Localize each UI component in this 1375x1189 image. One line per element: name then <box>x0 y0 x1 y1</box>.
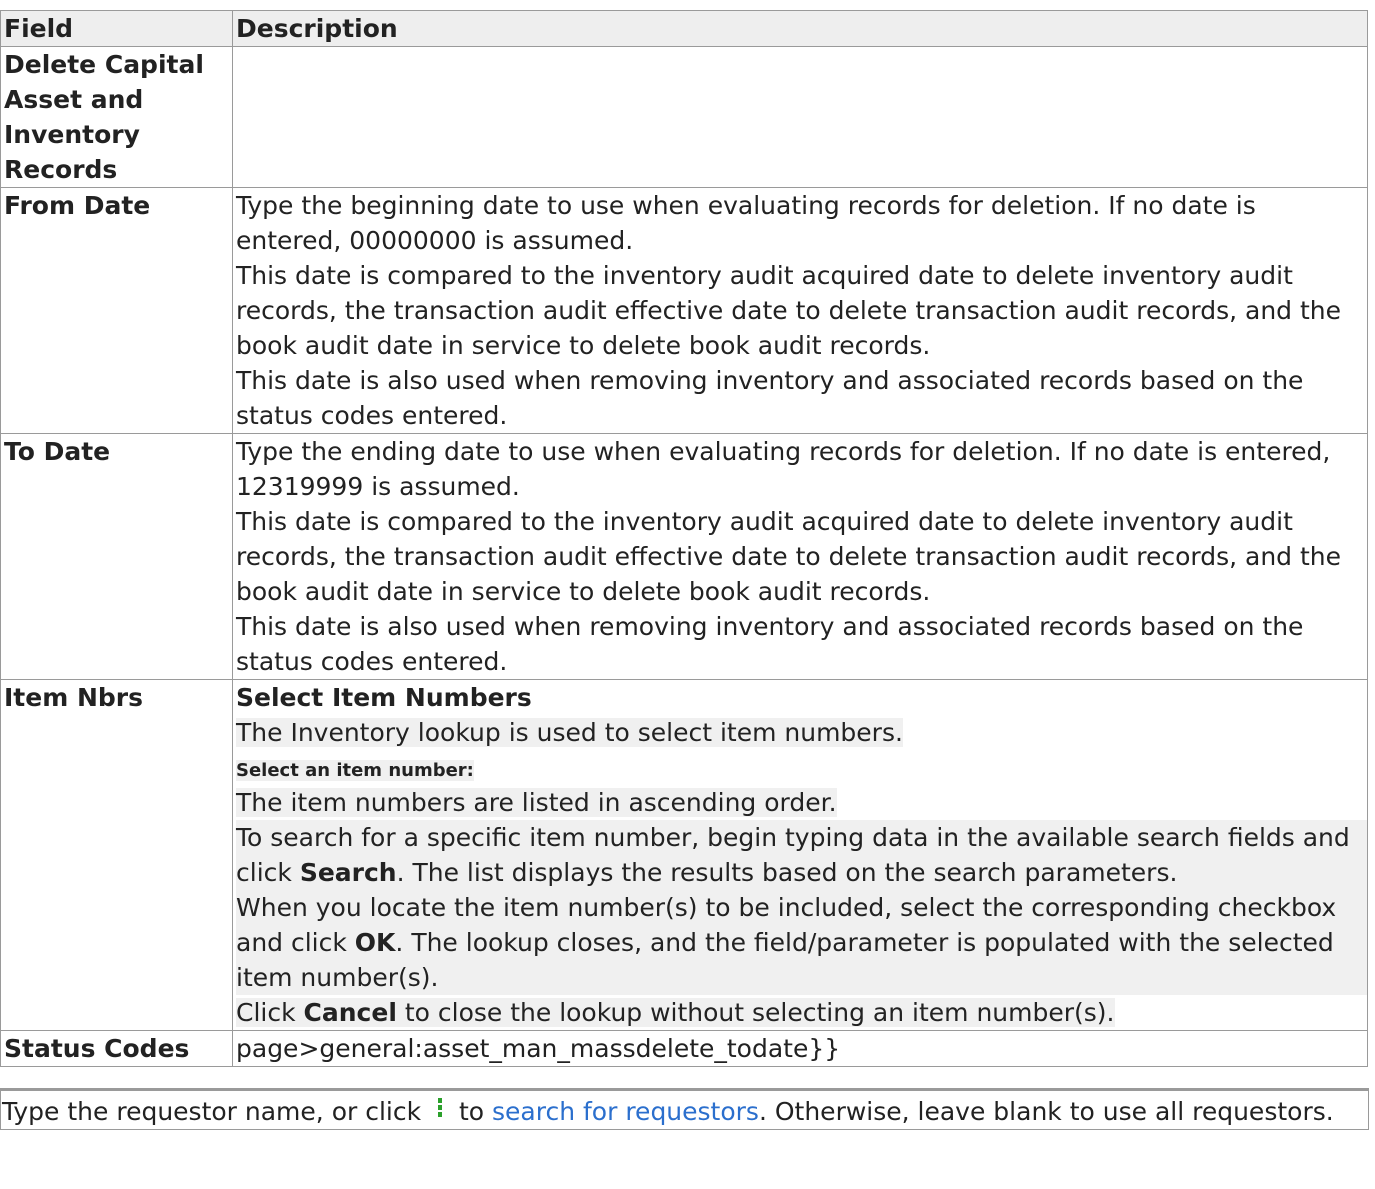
to-date-label: To Date <box>0 433 233 680</box>
item-nbrs-p1: The item numbers are listed in ascending… <box>236 788 837 817</box>
item-nbrs-p4: Click Cancel to close the lookup without… <box>236 998 1115 1027</box>
item-nbrs-p2: To search for a specific item number, be… <box>236 820 1367 890</box>
item-nbrs-p4-tail: to close the lookup without selecting an… <box>396 998 1115 1027</box>
item-nbrs-p4-text: Click <box>236 998 304 1027</box>
to-date-description: Type the ending date to use when evaluat… <box>232 433 1368 680</box>
item-nbrs-label: Item Nbrs <box>0 679 233 1031</box>
requestor-note-tail: . Otherwise, leave blank to use all requ… <box>758 1097 1334 1126</box>
table-header-row: Field Description <box>0 10 1368 47</box>
to-date-line-3: This date is also used when removing inv… <box>236 612 1304 676</box>
vertical-dots-icon[interactable] <box>429 1094 451 1120</box>
from-date-description: Type the beginning date to use when eval… <box>232 187 1368 434</box>
to-date-line-2: This date is compared to the inventory a… <box>236 507 1342 606</box>
to-date-line-1: Type the ending date to use when evaluat… <box>236 437 1331 501</box>
table-row: To Date Type the ending date to use when… <box>0 433 1368 680</box>
item-nbrs-heading: Select Item Numbers <box>236 683 532 712</box>
empty-description-cell <box>232 46 1368 188</box>
requestor-note-to: to <box>451 1097 493 1126</box>
item-nbrs-p3-tail: . The lookup closes, and the field/param… <box>236 928 1334 992</box>
item-nbrs-description: Select Item Numbers The Inventory lookup… <box>232 679 1368 1031</box>
search-requestors-link[interactable]: search for requestors <box>492 1097 759 1126</box>
item-nbrs-p2-tail: . The list displays the results based on… <box>396 858 1178 887</box>
item-nbrs-p3: When you locate the item number(s) to be… <box>236 890 1367 995</box>
section-title: Delete Capital Asset and Inventory Recor… <box>0 46 233 188</box>
table-row: Item Nbrs Select Item Numbers The Invent… <box>0 679 1368 1031</box>
cancel-term: Cancel <box>303 998 397 1027</box>
table-row: Delete Capital Asset and Inventory Recor… <box>0 46 1368 188</box>
requestor-note: Type the requestor name, or click to sea… <box>0 1088 1369 1130</box>
description-column-header: Description <box>232 10 1368 47</box>
field-description-table: Field Description Delete Capital Asset a… <box>0 10 1368 1067</box>
item-nbrs-intro: The Inventory lookup is used to select i… <box>236 718 903 747</box>
status-codes-label: Status Codes <box>0 1030 233 1067</box>
requestor-note-text: Type the requestor name, or click <box>2 1097 430 1126</box>
from-date-line-1: Type the beginning date to use when eval… <box>236 191 1256 255</box>
from-date-line-3: This date is also used when removing inv… <box>236 366 1304 430</box>
field-column-header: Field <box>0 10 233 47</box>
search-term: Search <box>299 858 397 887</box>
table-row: Status Codes page>general:asset_man_mass… <box>0 1030 1368 1067</box>
from-date-line-2: This date is compared to the inventory a… <box>236 261 1342 360</box>
status-codes-value: page>general:asset_man_massdelete_todate… <box>232 1030 1368 1067</box>
ok-term: OK <box>354 928 396 957</box>
from-date-label: From Date <box>0 187 233 434</box>
table-row: From Date Type the beginning date to use… <box>0 187 1368 434</box>
item-nbrs-subheading: Select an item number: <box>236 760 474 781</box>
